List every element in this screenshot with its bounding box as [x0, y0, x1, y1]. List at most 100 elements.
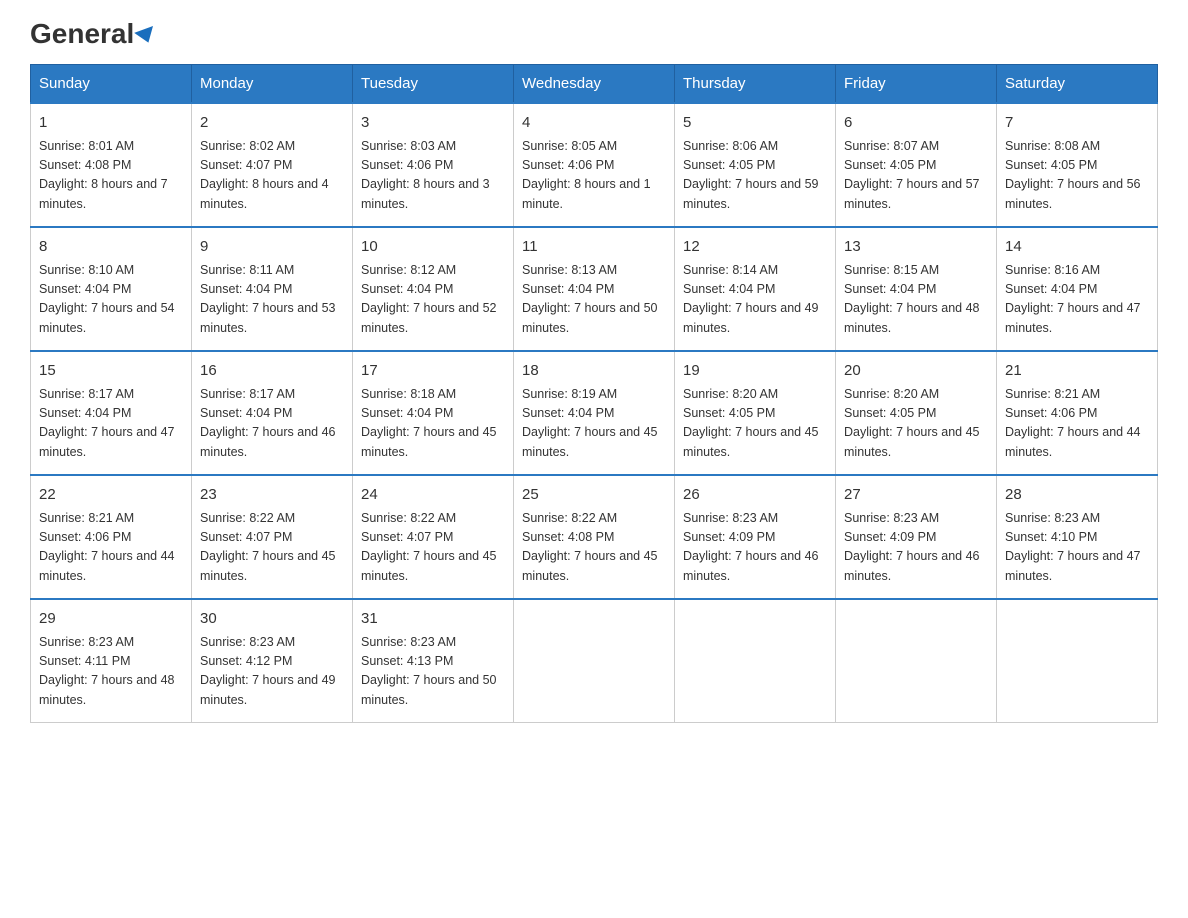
day-number: 10 [361, 236, 505, 259]
day-number: 15 [39, 360, 183, 383]
calendar-cell: 29Sunrise: 8:23 AMSunset: 4:11 PMDayligh… [31, 599, 192, 723]
calendar-cell: 25Sunrise: 8:22 AMSunset: 4:08 PMDayligh… [514, 475, 675, 599]
day-info: Sunrise: 8:13 AMSunset: 4:04 PMDaylight:… [522, 261, 666, 339]
day-info: Sunrise: 8:19 AMSunset: 4:04 PMDaylight:… [522, 385, 666, 463]
day-info: Sunrise: 8:20 AMSunset: 4:05 PMDaylight:… [844, 385, 988, 463]
day-number: 24 [361, 484, 505, 507]
day-info: Sunrise: 8:12 AMSunset: 4:04 PMDaylight:… [361, 261, 505, 339]
day-info: Sunrise: 8:01 AMSunset: 4:08 PMDaylight:… [39, 137, 183, 215]
calendar-cell [514, 599, 675, 723]
calendar-cell: 9Sunrise: 8:11 AMSunset: 4:04 PMDaylight… [192, 227, 353, 351]
calendar-cell: 27Sunrise: 8:23 AMSunset: 4:09 PMDayligh… [836, 475, 997, 599]
calendar-cell [836, 599, 997, 723]
calendar-cell: 21Sunrise: 8:21 AMSunset: 4:06 PMDayligh… [997, 351, 1158, 475]
calendar-cell: 26Sunrise: 8:23 AMSunset: 4:09 PMDayligh… [675, 475, 836, 599]
week-row-1: 1Sunrise: 8:01 AMSunset: 4:08 PMDaylight… [31, 103, 1158, 227]
day-number: 16 [200, 360, 344, 383]
calendar-cell: 2Sunrise: 8:02 AMSunset: 4:07 PMDaylight… [192, 103, 353, 227]
day-number: 3 [361, 112, 505, 135]
calendar-cell: 19Sunrise: 8:20 AMSunset: 4:05 PMDayligh… [675, 351, 836, 475]
day-number: 7 [1005, 112, 1149, 135]
calendar-cell: 4Sunrise: 8:05 AMSunset: 4:06 PMDaylight… [514, 103, 675, 227]
day-info: Sunrise: 8:20 AMSunset: 4:05 PMDaylight:… [683, 385, 827, 463]
calendar-cell: 8Sunrise: 8:10 AMSunset: 4:04 PMDaylight… [31, 227, 192, 351]
calendar-cell: 20Sunrise: 8:20 AMSunset: 4:05 PMDayligh… [836, 351, 997, 475]
day-number: 30 [200, 608, 344, 631]
day-number: 25 [522, 484, 666, 507]
week-row-5: 29Sunrise: 8:23 AMSunset: 4:11 PMDayligh… [31, 599, 1158, 723]
day-number: 9 [200, 236, 344, 259]
day-number: 20 [844, 360, 988, 383]
header-wednesday: Wednesday [514, 65, 675, 104]
day-info: Sunrise: 8:23 AMSunset: 4:09 PMDaylight:… [683, 509, 827, 587]
day-info: Sunrise: 8:22 AMSunset: 4:08 PMDaylight:… [522, 509, 666, 587]
day-info: Sunrise: 8:23 AMSunset: 4:13 PMDaylight:… [361, 633, 505, 711]
header-thursday: Thursday [675, 65, 836, 104]
day-number: 22 [39, 484, 183, 507]
day-number: 4 [522, 112, 666, 135]
logo: General [30, 20, 156, 44]
calendar-cell: 17Sunrise: 8:18 AMSunset: 4:04 PMDayligh… [353, 351, 514, 475]
calendar-cell: 3Sunrise: 8:03 AMSunset: 4:06 PMDaylight… [353, 103, 514, 227]
calendar-cell: 10Sunrise: 8:12 AMSunset: 4:04 PMDayligh… [353, 227, 514, 351]
day-number: 2 [200, 112, 344, 135]
calendar-cell: 6Sunrise: 8:07 AMSunset: 4:05 PMDaylight… [836, 103, 997, 227]
header-tuesday: Tuesday [353, 65, 514, 104]
day-number: 19 [683, 360, 827, 383]
header-row: SundayMondayTuesdayWednesdayThursdayFrid… [31, 65, 1158, 104]
logo-general: General [30, 18, 134, 49]
day-info: Sunrise: 8:16 AMSunset: 4:04 PMDaylight:… [1005, 261, 1149, 339]
day-number: 27 [844, 484, 988, 507]
calendar-cell: 15Sunrise: 8:17 AMSunset: 4:04 PMDayligh… [31, 351, 192, 475]
calendar-cell: 28Sunrise: 8:23 AMSunset: 4:10 PMDayligh… [997, 475, 1158, 599]
day-info: Sunrise: 8:03 AMSunset: 4:06 PMDaylight:… [361, 137, 505, 215]
day-info: Sunrise: 8:05 AMSunset: 4:06 PMDaylight:… [522, 137, 666, 215]
day-info: Sunrise: 8:22 AMSunset: 4:07 PMDaylight:… [200, 509, 344, 587]
calendar-cell: 5Sunrise: 8:06 AMSunset: 4:05 PMDaylight… [675, 103, 836, 227]
logo-text: General [30, 20, 156, 48]
header-monday: Monday [192, 65, 353, 104]
day-number: 17 [361, 360, 505, 383]
calendar-cell: 7Sunrise: 8:08 AMSunset: 4:05 PMDaylight… [997, 103, 1158, 227]
day-info: Sunrise: 8:11 AMSunset: 4:04 PMDaylight:… [200, 261, 344, 339]
day-info: Sunrise: 8:02 AMSunset: 4:07 PMDaylight:… [200, 137, 344, 215]
day-number: 5 [683, 112, 827, 135]
day-info: Sunrise: 8:17 AMSunset: 4:04 PMDaylight:… [200, 385, 344, 463]
day-number: 11 [522, 236, 666, 259]
calendar-cell: 31Sunrise: 8:23 AMSunset: 4:13 PMDayligh… [353, 599, 514, 723]
day-number: 13 [844, 236, 988, 259]
calendar-cell: 16Sunrise: 8:17 AMSunset: 4:04 PMDayligh… [192, 351, 353, 475]
calendar-cell: 23Sunrise: 8:22 AMSunset: 4:07 PMDayligh… [192, 475, 353, 599]
header-friday: Friday [836, 65, 997, 104]
day-info: Sunrise: 8:06 AMSunset: 4:05 PMDaylight:… [683, 137, 827, 215]
day-info: Sunrise: 8:17 AMSunset: 4:04 PMDaylight:… [39, 385, 183, 463]
calendar-body: 1Sunrise: 8:01 AMSunset: 4:08 PMDaylight… [31, 103, 1158, 723]
day-number: 28 [1005, 484, 1149, 507]
calendar-cell: 30Sunrise: 8:23 AMSunset: 4:12 PMDayligh… [192, 599, 353, 723]
day-number: 8 [39, 236, 183, 259]
week-row-4: 22Sunrise: 8:21 AMSunset: 4:06 PMDayligh… [31, 475, 1158, 599]
header-saturday: Saturday [997, 65, 1158, 104]
day-number: 29 [39, 608, 183, 631]
calendar-table: SundayMondayTuesdayWednesdayThursdayFrid… [30, 64, 1158, 723]
calendar-cell [997, 599, 1158, 723]
calendar-cell: 14Sunrise: 8:16 AMSunset: 4:04 PMDayligh… [997, 227, 1158, 351]
day-info: Sunrise: 8:23 AMSunset: 4:11 PMDaylight:… [39, 633, 183, 711]
day-number: 26 [683, 484, 827, 507]
calendar-cell: 24Sunrise: 8:22 AMSunset: 4:07 PMDayligh… [353, 475, 514, 599]
day-info: Sunrise: 8:15 AMSunset: 4:04 PMDaylight:… [844, 261, 988, 339]
day-info: Sunrise: 8:22 AMSunset: 4:07 PMDaylight:… [361, 509, 505, 587]
day-number: 12 [683, 236, 827, 259]
logo-arrow-icon [134, 26, 158, 46]
day-info: Sunrise: 8:10 AMSunset: 4:04 PMDaylight:… [39, 261, 183, 339]
day-number: 14 [1005, 236, 1149, 259]
calendar-cell: 11Sunrise: 8:13 AMSunset: 4:04 PMDayligh… [514, 227, 675, 351]
week-row-3: 15Sunrise: 8:17 AMSunset: 4:04 PMDayligh… [31, 351, 1158, 475]
calendar-cell: 18Sunrise: 8:19 AMSunset: 4:04 PMDayligh… [514, 351, 675, 475]
day-info: Sunrise: 8:18 AMSunset: 4:04 PMDaylight:… [361, 385, 505, 463]
day-info: Sunrise: 8:23 AMSunset: 4:12 PMDaylight:… [200, 633, 344, 711]
calendar-cell: 1Sunrise: 8:01 AMSunset: 4:08 PMDaylight… [31, 103, 192, 227]
calendar-header: SundayMondayTuesdayWednesdayThursdayFrid… [31, 65, 1158, 104]
day-info: Sunrise: 8:08 AMSunset: 4:05 PMDaylight:… [1005, 137, 1149, 215]
day-info: Sunrise: 8:21 AMSunset: 4:06 PMDaylight:… [39, 509, 183, 587]
